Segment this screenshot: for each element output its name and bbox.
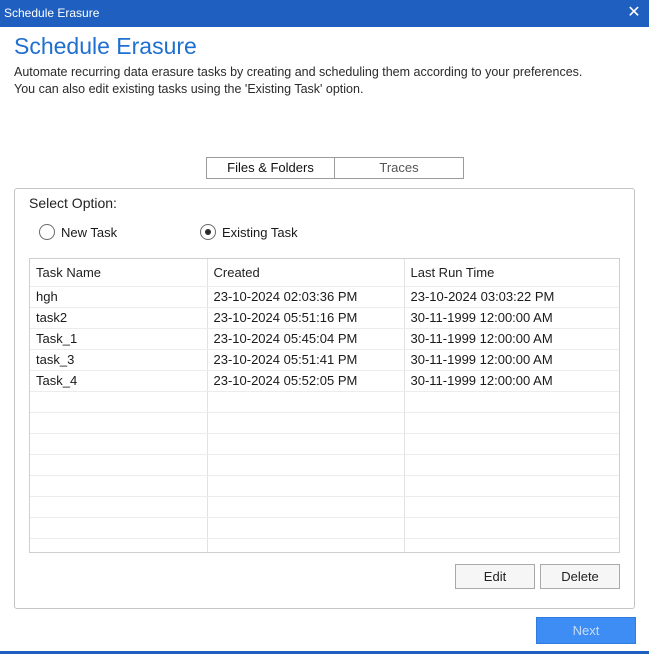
close-icon[interactable]: ✕ — [625, 0, 643, 27]
cell-created: 23-10-2024 05:52:05 PM — [207, 370, 405, 392]
radio-new-task-circle[interactable] — [39, 224, 55, 240]
column-header-task-name[interactable]: Task Name — [30, 259, 208, 287]
cell-task-name: hgh — [30, 286, 208, 308]
empty-row — [30, 433, 619, 455]
empty-row — [30, 475, 619, 497]
radio-new-task-label: New Task — [61, 224, 118, 240]
cell-last-run-time: 30-11-1999 12:00:00 AM — [404, 328, 619, 350]
page-description: Automate recurring data erasure tasks by… — [14, 64, 634, 98]
cell-last-run-time: 30-11-1999 12:00:00 AM — [404, 307, 619, 329]
options-panel: Select Option: New Task Existing Task Ta… — [14, 188, 635, 609]
description-line-1: Automate recurring data erasure tasks by… — [14, 65, 583, 79]
radio-existing-task-label: Existing Task — [222, 224, 298, 240]
cell-task-name: task_3 — [30, 349, 208, 371]
table-row[interactable]: task_3 23-10-2024 05:51:41 PM 30-11-1999… — [30, 349, 619, 371]
description-line-2: You can also edit existing tasks using t… — [14, 82, 364, 96]
cell-last-run-time: 30-11-1999 12:00:00 AM — [404, 370, 619, 392]
empty-row — [30, 454, 619, 476]
cell-task-name: Task_4 — [30, 370, 208, 392]
table-row[interactable]: task2 23-10-2024 05:51:16 PM 30-11-1999 … — [30, 307, 619, 329]
empty-row — [30, 538, 619, 552]
cell-created: 23-10-2024 02:03:36 PM — [207, 286, 405, 308]
table-header-row: Task Name Created Last Run Time — [30, 259, 619, 287]
select-option-label: Select Option: — [29, 195, 117, 211]
cell-last-run-time: 23-10-2024 03:03:22 PM — [404, 286, 619, 308]
column-header-created[interactable]: Created — [207, 259, 405, 287]
column-header-last-run-time[interactable]: Last Run Time — [404, 259, 619, 287]
window-title: Schedule Erasure — [4, 6, 100, 20]
table-row[interactable]: Task_1 23-10-2024 05:45:04 PM 30-11-1999… — [30, 328, 619, 350]
empty-row — [30, 517, 619, 539]
delete-button[interactable]: Delete — [540, 564, 620, 589]
empty-row — [30, 496, 619, 518]
radio-existing-task-circle[interactable] — [200, 224, 216, 240]
edit-button[interactable]: Edit — [455, 564, 535, 589]
cell-task-name: Task_1 — [30, 328, 208, 350]
cell-last-run-time: 30-11-1999 12:00:00 AM — [404, 349, 619, 371]
radio-new-task[interactable]: New Task — [39, 224, 117, 240]
tab-traces[interactable]: Traces — [335, 157, 464, 179]
title-bar: Schedule Erasure ✕ — [0, 0, 649, 27]
empty-row — [30, 391, 619, 413]
task-table[interactable]: Task Name Created Last Run Time hgh 23-1… — [29, 258, 620, 553]
cell-task-name: task2 — [30, 307, 208, 329]
tab-files-folders[interactable]: Files & Folders — [206, 157, 335, 179]
cell-created: 23-10-2024 05:51:41 PM — [207, 349, 405, 371]
radio-existing-task[interactable]: Existing Task — [200, 224, 298, 240]
page-heading: Schedule Erasure — [14, 33, 197, 59]
next-button[interactable]: Next — [536, 617, 636, 644]
cell-created: 23-10-2024 05:51:16 PM — [207, 307, 405, 329]
empty-row — [30, 412, 619, 434]
table-row[interactable]: hgh 23-10-2024 02:03:36 PM 23-10-2024 03… — [30, 286, 619, 308]
tab-bar: Files & Folders Traces — [206, 157, 464, 179]
table-row[interactable]: Task_4 23-10-2024 05:52:05 PM 30-11-1999… — [30, 370, 619, 392]
cell-created: 23-10-2024 05:45:04 PM — [207, 328, 405, 350]
